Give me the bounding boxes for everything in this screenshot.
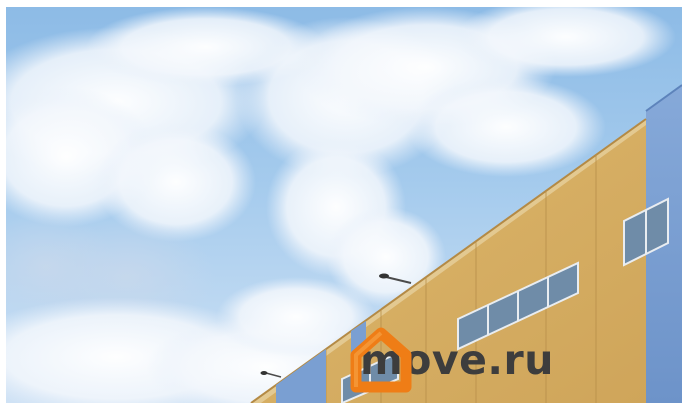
house-outline-icon [350, 327, 412, 393]
warehouse-photo: move.ru [6, 7, 682, 403]
photo-banner: move.ru [0, 0, 688, 404]
move-ru-logo: move.ru [348, 325, 666, 395]
